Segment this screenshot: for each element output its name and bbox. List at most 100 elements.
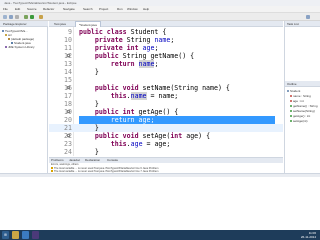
package-explorer-tab[interactable]: Package Explorer — [0, 21, 48, 27]
tab-test-java[interactable]: Test.java — [51, 21, 69, 27]
library-icon — [5, 46, 7, 49]
code-line[interactable]: 12− public String getName() { — [49, 52, 283, 60]
perspective-icon[interactable] — [306, 15, 310, 19]
tree-item-label: JRE System Library — [8, 45, 35, 49]
start-button[interactable]: ⊞ — [2, 231, 9, 239]
explorer-icon[interactable] — [12, 231, 19, 239]
code-text: public void setAge(int age) { — [79, 132, 210, 140]
save-icon[interactable] — [9, 15, 13, 19]
code-line[interactable]: 19− public int getAge() { — [49, 108, 283, 116]
fold-icon[interactable]: − — [67, 134, 70, 138]
outline-label: name : String — [293, 94, 311, 98]
field-icon — [290, 100, 292, 103]
line-number: 21 — [64, 124, 72, 132]
code-editor[interactable]: Test.java *Student.java 9 public class St… — [49, 21, 283, 156]
run-icon[interactable] — [30, 15, 34, 19]
class-icon — [287, 90, 289, 93]
debug-icon[interactable] — [24, 15, 28, 19]
code-line[interactable]: 22− public void setAge(int age) { — [49, 132, 283, 140]
outline-item[interactable]: setAge(int) — [290, 119, 308, 123]
java-file-icon — [11, 42, 13, 45]
code-token: setName(String name) { — [142, 84, 230, 92]
code-token: return age; — [79, 116, 155, 124]
code-line[interactable]: 20 return age; — [49, 116, 283, 124]
code-text: } — [79, 148, 99, 156]
code-token: private int — [79, 44, 143, 52]
line-number: 13 — [64, 60, 72, 68]
line-number: 11 — [64, 44, 72, 52]
code-line[interactable]: 14 } — [49, 68, 283, 76]
windows-taskbar: ⊞ 11:06 26-11-2014 — [0, 230, 320, 240]
outline-panel: Task List Outline Student name : String ag… — [284, 21, 320, 173]
code-token: } — [79, 124, 99, 132]
browser-icon[interactable] — [22, 231, 29, 239]
menu-item[interactable]: Refactor — [43, 6, 54, 13]
menu-item[interactable]: Edit — [15, 6, 20, 13]
eclipse-icon[interactable] — [32, 231, 39, 239]
menu-item[interactable]: Project — [99, 6, 108, 13]
line-number: 14 — [64, 68, 72, 76]
code-token: getAge() { — [138, 108, 179, 116]
outline-tab[interactable]: Outline — [285, 81, 320, 87]
code-text: private String name; — [79, 36, 174, 44]
code-line[interactable]: 24 } — [49, 148, 283, 156]
toolbar — [0, 13, 320, 21]
search-icon[interactable] — [39, 15, 43, 19]
tab-label: Outline — [287, 82, 297, 86]
outline-label: Student — [290, 89, 301, 93]
code-line[interactable]: 21 } — [49, 124, 283, 132]
code-line[interactable]: 10 private String name; — [49, 36, 283, 44]
code-text: public void setName(String name) { — [79, 84, 230, 92]
menu-item[interactable]: File — [3, 6, 8, 13]
fold-icon[interactable]: − — [67, 110, 70, 114]
eclipse-screen: Java - TwoTypesOfVariables/src/Student.j… — [0, 0, 320, 240]
system-clock[interactable]: 11:06 26-11-2014 — [301, 231, 316, 239]
code-token: name — [138, 60, 155, 68]
fold-icon[interactable]: − — [67, 86, 70, 90]
tab-label: Test.java — [54, 22, 66, 26]
code-line[interactable]: 9 public class Student { — [49, 28, 283, 36]
print-icon[interactable] — [15, 15, 19, 19]
tab-label: *Student.java — [79, 23, 97, 27]
code-token: Student { — [130, 28, 167, 36]
code-text: this.name = name; — [79, 92, 178, 100]
menu-item[interactable]: Help — [143, 6, 149, 13]
menu-item[interactable]: Window — [127, 6, 138, 13]
code-line[interactable]: 16− public void setName(String name) { — [49, 84, 283, 92]
code-token: public int — [79, 108, 139, 116]
menu-item[interactable]: Source — [27, 6, 37, 13]
line-number: 17 — [64, 92, 72, 100]
code-token: ; — [154, 44, 159, 52]
outline-item[interactable]: age : int — [290, 99, 304, 103]
outline-item[interactable]: getName() : String — [290, 104, 318, 108]
line-number: 15 — [64, 76, 72, 84]
outline-label: setName(String) — [293, 109, 315, 113]
code-line[interactable]: 11 private int age; — [49, 44, 283, 52]
code-token: } — [79, 68, 99, 76]
code-line[interactable]: 18 } — [49, 100, 283, 108]
problems-summary: Errors, warnings, others — [51, 163, 281, 166]
method-icon — [290, 115, 292, 118]
code-line[interactable]: 17 this.name = name; — [49, 92, 283, 100]
tab-student-java[interactable]: *Student.java — [75, 21, 101, 27]
code-text: return age; — [79, 116, 155, 124]
outline-item[interactable]: getAge() : int — [290, 114, 310, 118]
outline-item[interactable]: Student — [287, 89, 300, 93]
tab-label: Task List — [287, 22, 299, 26]
task-list-tab[interactable]: Task List — [285, 21, 320, 27]
code-line[interactable]: 23 this.age = age; — [49, 140, 283, 148]
outline-item[interactable]: name : String — [290, 94, 311, 98]
new-icon[interactable] — [3, 15, 7, 19]
menu-item[interactable]: Run — [117, 6, 123, 13]
code-token: String getName() { — [122, 52, 195, 60]
code-line[interactable]: 13 return name; — [49, 60, 283, 68]
code-line[interactable]: 15 — [49, 76, 283, 84]
menu-item[interactable]: Navigate — [63, 6, 75, 13]
menu-bar: File Edit Source Refactor Navigate Search Proj… — [0, 6, 320, 13]
outline-item[interactable]: setName(String) — [290, 109, 315, 113]
method-icon — [290, 110, 292, 113]
fold-icon[interactable]: − — [67, 54, 70, 58]
menu-item[interactable]: Search — [83, 6, 93, 13]
tree-item-jre[interactable]: JRE System Library — [5, 45, 35, 49]
code-token: age — [130, 140, 143, 148]
